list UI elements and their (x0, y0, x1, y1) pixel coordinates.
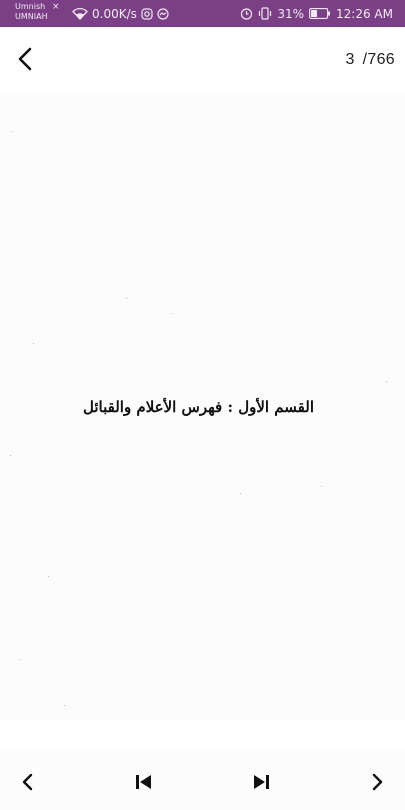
last-page-button[interactable] (249, 770, 273, 794)
status-left-icons: 0.00K/s (72, 0, 169, 27)
back-button[interactable] (13, 46, 39, 72)
total-pages: /766 (362, 51, 395, 68)
messenger-icon (157, 7, 169, 20)
battery-percent: 31% (277, 6, 305, 21)
first-page-icon (136, 775, 151, 789)
alarm-icon (241, 8, 253, 20)
carrier-name-2: UMNIAH (15, 12, 48, 21)
battery-icon (309, 8, 331, 19)
chevron-left-icon (18, 47, 32, 71)
instagram-icon (141, 7, 153, 20)
next-page-button[interactable] (365, 770, 389, 794)
last-page-icon (254, 775, 269, 789)
next-page-icon (372, 773, 383, 791)
status-bar: Umnish × UMNIAH 0.00K/s 31% 12:26 AM (0, 0, 405, 27)
prev-page-icon (22, 773, 33, 791)
bottom-navigation (0, 748, 405, 810)
network-speed: 0.00K/s (92, 6, 137, 21)
close-icon: × (52, 2, 60, 12)
previous-page-button[interactable] (16, 770, 40, 794)
wifi-icon (72, 7, 88, 20)
page-heading: القسم الأول : فهرس الأعلام والقبائل (83, 398, 314, 416)
app-bar: 3 /766 (0, 27, 405, 93)
carrier-info: Umnish × UMNIAH (15, 2, 60, 22)
document-page-view[interactable]: القسم الأول : فهرس الأعلام والقبائل (0, 93, 405, 720)
page-counter: 3 /766 (345, 27, 395, 93)
current-page: 3 (345, 51, 355, 68)
status-right-icons: 31% 12:26 AM (240, 0, 393, 27)
first-page-button[interactable] (132, 770, 156, 794)
vibrate-icon (259, 7, 272, 20)
clock-time: 12:26 AM (336, 6, 393, 21)
carrier-name-1: Umnish (15, 2, 46, 11)
